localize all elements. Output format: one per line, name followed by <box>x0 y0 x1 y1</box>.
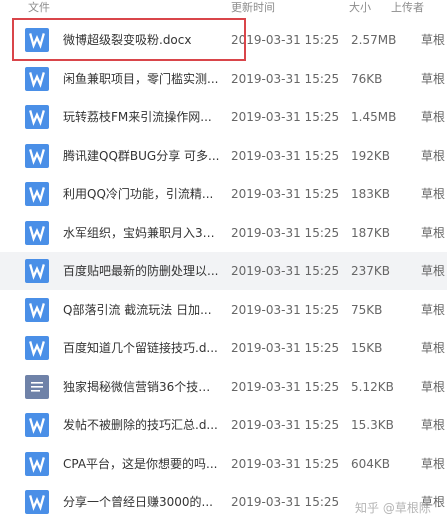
file-size: 604KB <box>351 456 391 471</box>
file-list-header: 文件 更新时间 大小 上传者 <box>0 0 447 17</box>
word-doc-icon[interactable] <box>25 220 49 245</box>
file-name[interactable]: Q部落引流 截流玩法 日加... <box>63 302 221 318</box>
file-row[interactable]: Q部落引流 截流玩法 日加... 2019-03-31 15:25 75KB 草根 <box>0 290 447 329</box>
file-name[interactable]: CPA平台，这是你想要的吗... <box>63 456 221 472</box>
file-row[interactable]: 闲鱼兼职项目，零门槛实测... 2019-03-31 15:25 76KB 草根 <box>0 59 447 98</box>
file-uploader: 草根 <box>421 456 446 471</box>
file-size: 192KB <box>351 148 391 163</box>
word-doc-icon[interactable] <box>25 182 49 206</box>
file-row[interactable]: 玩转荔枝FM来引流操作网... 2019-03-31 15:25 1.45MB 草根 <box>0 98 447 136</box>
file-name[interactable]: 微博超级裂变吸粉.docx <box>63 32 221 48</box>
file-name[interactable]: 玩转荔枝FM来引流操作网... <box>63 109 221 125</box>
watermark: 知乎 @草根陈 <box>355 501 431 515</box>
word-doc-icon[interactable] <box>25 336 49 360</box>
word-doc-icon[interactable] <box>25 490 49 514</box>
column-header-name[interactable]: 文件 <box>28 1 50 15</box>
word-doc-icon[interactable] <box>25 143 49 168</box>
file-row[interactable]: 发帖不被删除的技巧汇总.d... 2019-03-31 15:25 15.3KB 草根 <box>0 406 447 444</box>
file-modified-time: 2019-03-31 15:25 <box>231 302 340 317</box>
file-modified-time: 2019-03-31 15:25 <box>231 33 340 47</box>
file-name[interactable]: 发帖不被删除的技巧汇总.d... <box>63 417 221 433</box>
file-row[interactable]: 百度知道几个留链接技巧.d... 2019-03-31 15:25 15KB 草根 <box>0 329 447 367</box>
file-size: 76KB <box>351 71 383 86</box>
file-name[interactable]: 闲鱼兼职项目，零门槛实测... <box>63 71 221 87</box>
file-uploader: 草根 <box>421 110 446 124</box>
file-row[interactable]: 水军组织，宝妈兼职月入30... 2019-03-31 15:25 187KB 草根 <box>0 213 447 252</box>
word-doc-icon[interactable] <box>25 451 49 476</box>
file-uploader: 草根 <box>421 187 446 201</box>
word-doc-icon[interactable] <box>25 105 49 129</box>
file-row[interactable]: 微博超级裂变吸粉.docx 2019-03-31 15:25 2.57MB 草根 <box>0 21 447 59</box>
file-modified-time: 2019-03-31 15:25 <box>231 110 340 124</box>
word-doc-icon[interactable] <box>25 413 49 437</box>
text-file-icon[interactable] <box>25 374 49 399</box>
file-name[interactable]: 腾讯建QQ群BUG分享 可多... <box>63 148 221 164</box>
file-name[interactable]: 百度知道几个留链接技巧.d... <box>63 340 221 356</box>
file-size: 2.57MB <box>351 33 397 47</box>
file-uploader: 草根 <box>421 418 446 432</box>
file-uploader: 草根 <box>421 379 446 394</box>
file-size: 187KB <box>351 225 391 240</box>
file-modified-time: 2019-03-31 15:25 <box>231 225 340 240</box>
word-doc-icon[interactable] <box>25 28 49 52</box>
file-size: 1.45MB <box>351 110 397 124</box>
column-header-modified[interactable]: 更新时间 <box>231 1 275 15</box>
file-modified-time: 2019-03-31 15:25 <box>231 187 340 201</box>
file-modified-time: 2019-03-31 15:25 <box>231 418 340 432</box>
file-row[interactable]: 百度贴吧最新的防删处理以... 2019-03-31 15:25 237KB 草根 <box>0 252 447 290</box>
file-uploader: 草根 <box>421 33 446 47</box>
file-row[interactable]: 腾讯建QQ群BUG分享 可多... 2019-03-31 15:25 192KB 草根 <box>0 136 447 175</box>
file-size: 15.3KB <box>351 418 394 432</box>
file-uploader: 草根 <box>421 71 446 86</box>
file-name[interactable]: 独家揭秘微信营销36个技巧... <box>63 379 221 395</box>
word-doc-icon[interactable] <box>25 66 49 91</box>
file-modified-time: 2019-03-31 15:25 <box>231 264 340 278</box>
file-name[interactable]: 水军组织，宝妈兼职月入30... <box>63 225 221 241</box>
file-modified-time: 2019-03-31 15:25 <box>231 495 340 509</box>
file-row[interactable]: 利用QQ冷门功能，引流精... 2019-03-31 15:25 183KB 草根 <box>0 175 447 213</box>
file-size: 75KB <box>351 302 383 317</box>
file-size: 5.12KB <box>351 379 394 394</box>
word-doc-icon[interactable] <box>25 297 49 322</box>
file-uploader: 草根 <box>421 148 446 163</box>
file-modified-time: 2019-03-31 15:25 <box>231 148 340 163</box>
file-name[interactable]: 分享一个曾经日赚3000的... <box>63 494 221 510</box>
file-modified-time: 2019-03-31 15:25 <box>231 71 340 86</box>
file-uploader: 草根 <box>421 264 446 278</box>
file-row[interactable]: 独家揭秘微信营销36个技巧... 2019-03-31 15:25 5.12KB 草根 <box>0 367 447 406</box>
word-doc-icon[interactable] <box>25 259 49 283</box>
column-header-size[interactable]: 大小 <box>349 1 371 15</box>
file-size: 183KB <box>351 187 391 201</box>
file-uploader: 草根 <box>421 302 446 317</box>
file-modified-time: 2019-03-31 15:25 <box>231 341 340 355</box>
file-size: 15KB <box>351 341 383 355</box>
file-size: 237KB <box>351 264 391 278</box>
file-modified-time: 2019-03-31 15:25 <box>231 379 340 394</box>
file-name[interactable]: 百度贴吧最新的防删处理以... <box>63 263 221 279</box>
file-uploader: 草根 <box>421 225 446 240</box>
file-uploader: 草根 <box>421 341 446 355</box>
file-modified-time: 2019-03-31 15:25 <box>231 456 340 471</box>
column-header-uploader[interactable]: 上传者 <box>391 1 424 15</box>
file-row[interactable]: CPA平台，这是你想要的吗... 2019-03-31 15:25 604KB 草根 <box>0 444 447 483</box>
file-name[interactable]: 利用QQ冷门功能，引流精... <box>63 186 221 202</box>
